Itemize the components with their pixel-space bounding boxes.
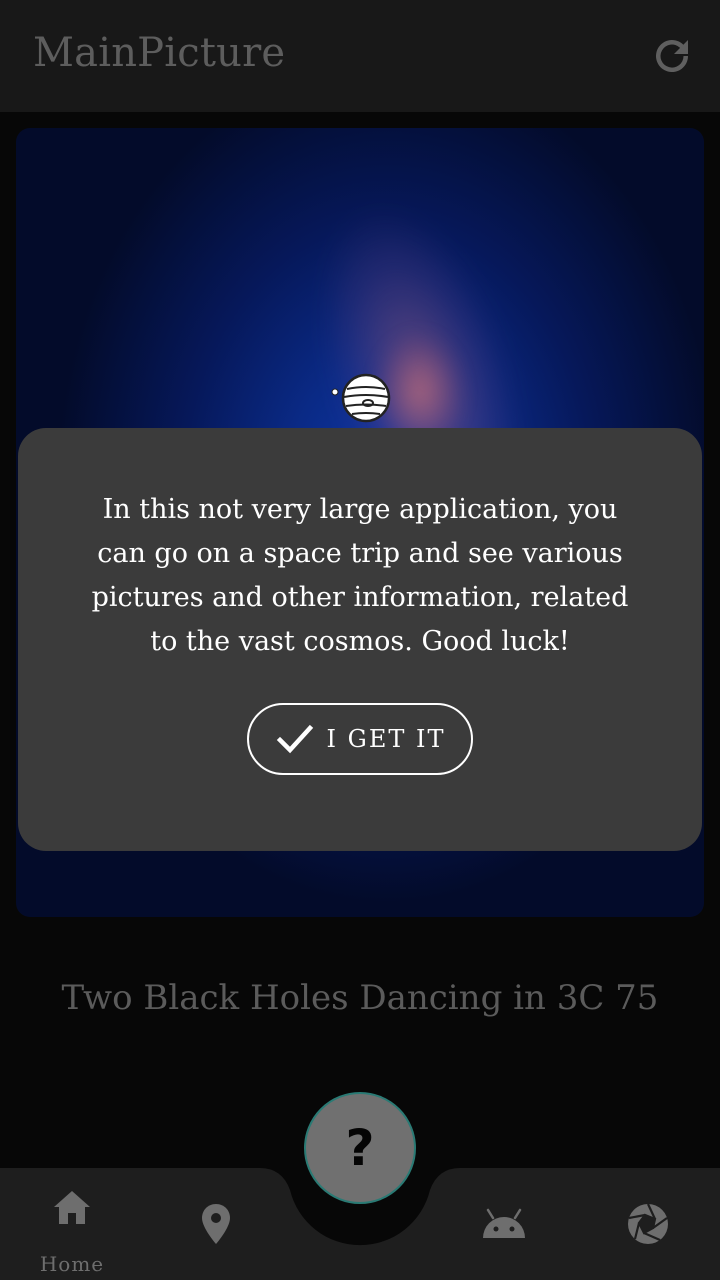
planet-icon (331, 373, 391, 423)
i-get-it-label: I GET IT (326, 725, 446, 753)
app-bar: MainPicture (0, 0, 720, 112)
dialog-message: In this not very large application, you … (91, 494, 629, 657)
refresh-icon[interactable] (648, 32, 696, 80)
nav-item-home[interactable]: Home (12, 1168, 132, 1280)
location-pin-icon (202, 1204, 230, 1244)
check-icon (276, 724, 313, 754)
help-question-label: ? (345, 1119, 375, 1177)
nav-item-android[interactable] (444, 1168, 564, 1280)
i-get-it-button[interactable]: I GET IT (247, 703, 473, 775)
home-icon (54, 1191, 90, 1224)
android-icon (483, 1208, 525, 1238)
nav-label-home: Home (39, 1252, 105, 1276)
intro-dialog: In this not very large application, you … (18, 428, 702, 851)
app-title: MainPicture (33, 30, 286, 76)
help-fab-button[interactable]: ? (304, 1092, 416, 1204)
nav-item-camera[interactable] (588, 1168, 708, 1280)
camera-aperture-icon (628, 1203, 668, 1244)
nav-item-location[interactable] (156, 1168, 276, 1280)
picture-title: Two Black Holes Dancing in 3C 75 (61, 978, 659, 1018)
